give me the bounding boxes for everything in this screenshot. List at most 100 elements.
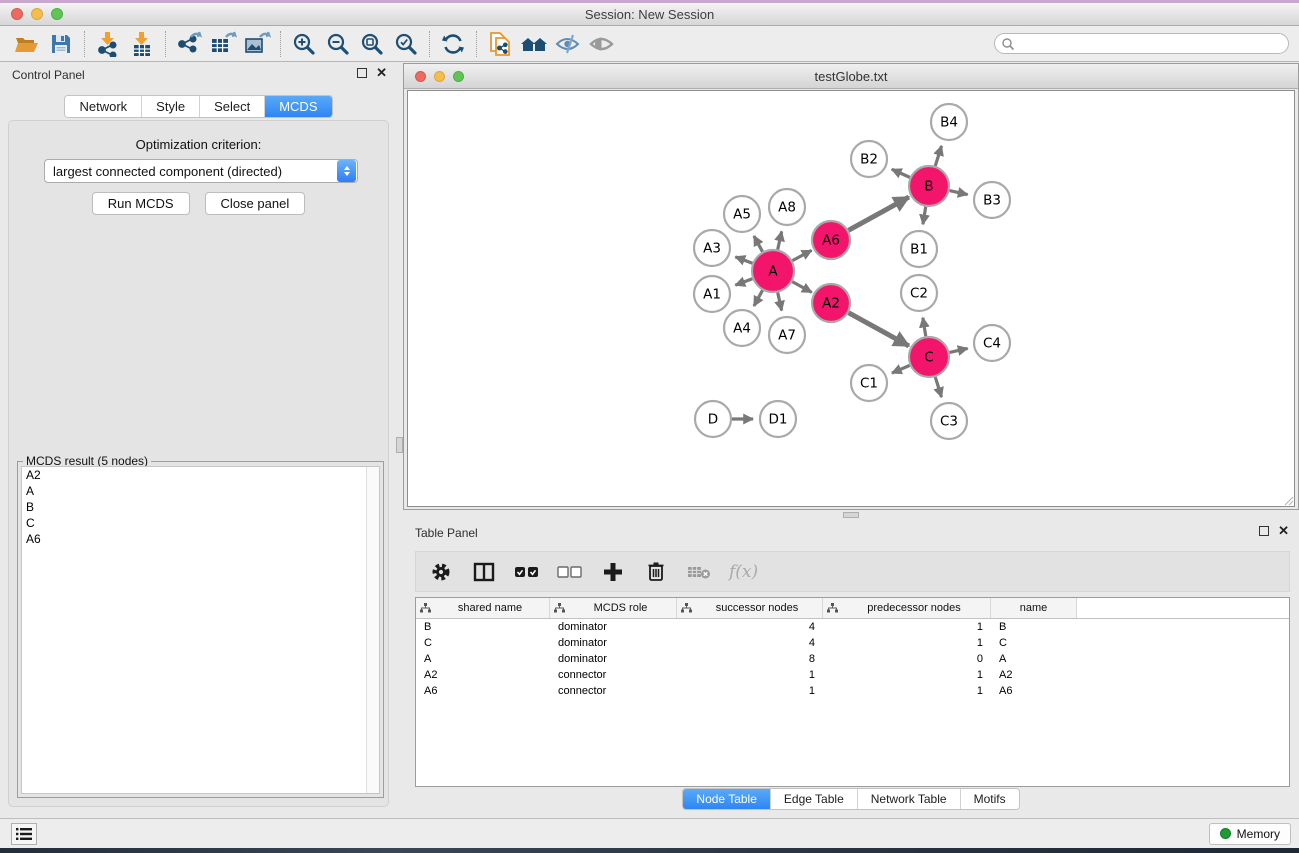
table-cell[interactable]: A6 — [991, 685, 1077, 697]
zoom-fit-button[interactable] — [355, 29, 389, 59]
close-panel-button[interactable]: Close panel — [205, 192, 306, 215]
column-header-MCDS-role[interactable]: MCDS role — [550, 598, 677, 618]
table-cell[interactable]: connector — [550, 669, 677, 681]
column-header-predecessor-nodes[interactable]: predecessor nodes — [823, 598, 991, 618]
table-cell[interactable]: 4 — [677, 621, 823, 633]
table-tab-network-table[interactable]: Network Table — [858, 789, 961, 809]
table-row[interactable]: Bdominator41B — [416, 619, 1289, 635]
table-row[interactable]: A2connector11A2 — [416, 667, 1289, 683]
graph-node-B3[interactable]: B3 — [974, 182, 1010, 218]
run-mcds-button[interactable]: Run MCDS — [92, 192, 190, 215]
open-session-button[interactable] — [10, 29, 44, 59]
table-cell[interactable]: dominator — [550, 637, 677, 649]
task-history-button[interactable] — [11, 823, 37, 845]
graph-edge-C-C3[interactable] — [935, 377, 941, 397]
zoom-in-button[interactable] — [287, 29, 321, 59]
graph-node-C1[interactable]: C1 — [851, 365, 887, 401]
graph-edge-A-A7[interactable] — [778, 292, 782, 310]
hide-panel-button[interactable] — [551, 29, 585, 59]
graph-node-A1[interactable]: A1 — [694, 276, 730, 312]
refresh-layout-button[interactable] — [436, 29, 470, 59]
vertical-split-grip[interactable] — [396, 437, 403, 453]
graph-edge-B-B2[interactable] — [892, 169, 910, 177]
table-row[interactable]: A6connector11A6 — [416, 683, 1289, 699]
table-cell[interactable]: 1 — [823, 637, 991, 649]
mcds-result-item-a2[interactable]: A2 — [22, 467, 379, 483]
home-views-button[interactable] — [517, 29, 551, 59]
deselect-all-columns-button[interactable] — [557, 558, 583, 586]
table-cell[interactable]: 1 — [823, 621, 991, 633]
zoom-out-button[interactable] — [321, 29, 355, 59]
graph-edge-B-B3[interactable] — [949, 191, 967, 195]
table-cell[interactable]: 1 — [823, 669, 991, 681]
table-cell[interactable]: B — [416, 621, 550, 633]
graph-edge-C-C2[interactable] — [923, 318, 926, 337]
graph-edge-A-A3[interactable] — [735, 257, 752, 263]
duplicate-network-button[interactable] — [483, 29, 517, 59]
float-panel-icon[interactable] — [357, 68, 367, 78]
column-header-successor-nodes[interactable]: successor nodes — [677, 598, 823, 618]
mcds-result-item-a6[interactable]: A6 — [22, 531, 379, 547]
graph-node-B[interactable]: B — [909, 166, 949, 206]
table-cell[interactable]: A6 — [416, 685, 550, 697]
float-table-panel-icon[interactable] — [1259, 526, 1269, 536]
table-cell[interactable]: B — [991, 621, 1077, 633]
export-image-button[interactable] — [240, 29, 274, 59]
tab-mcds[interactable]: MCDS — [265, 96, 331, 117]
graph-node-C2[interactable]: C2 — [901, 275, 937, 311]
import-table-button[interactable] — [125, 29, 159, 59]
graph-node-B1[interactable]: B1 — [901, 231, 937, 267]
tab-style[interactable]: Style — [142, 96, 200, 117]
graph-edge-C-C1[interactable] — [892, 365, 910, 373]
graph-node-C[interactable]: C — [909, 337, 949, 377]
mcds-result-item-b[interactable]: B — [22, 499, 379, 515]
save-session-button[interactable] — [44, 29, 78, 59]
criterion-dropdown[interactable]: largest connected component (directed) — [44, 159, 358, 183]
function-builder-button[interactable]: f(x) — [729, 562, 758, 582]
graph-node-D[interactable]: D — [695, 401, 731, 437]
graph-edge-A-A2[interactable] — [792, 282, 811, 293]
mcds-result-list[interactable]: A2ABCA6 — [21, 466, 380, 794]
graph-node-A4[interactable]: A4 — [724, 310, 760, 346]
graph-node-C3[interactable]: C3 — [931, 403, 967, 439]
table-cell[interactable]: A — [416, 653, 550, 665]
network-canvas[interactable]: B4B2BB3A8A5A6A3B1AC2A1A2A4A7C4CC1C3DD1 — [407, 90, 1295, 507]
tab-network[interactable]: Network — [65, 96, 142, 117]
import-network-button[interactable] — [91, 29, 125, 59]
graph-node-A6[interactable]: A6 — [812, 221, 850, 259]
table-cell[interactable]: 1 — [823, 685, 991, 697]
table-settings-button[interactable] — [428, 558, 454, 586]
table-cell[interactable]: 0 — [823, 653, 991, 665]
table-tab-node-table[interactable]: Node Table — [683, 789, 771, 809]
close-panel-icon[interactable]: ✕ — [376, 68, 387, 78]
table-cell[interactable]: 4 — [677, 637, 823, 649]
add-column-button[interactable] — [600, 558, 626, 586]
search-input[interactable] — [1015, 37, 1265, 51]
graph-node-B4[interactable]: B4 — [931, 104, 967, 140]
graph-node-C4[interactable]: C4 — [974, 325, 1010, 361]
table-cell[interactable]: 1 — [677, 669, 823, 681]
select-all-columns-button[interactable] — [514, 558, 540, 586]
graph-node-A3[interactable]: A3 — [694, 230, 730, 266]
graph-edge-A-A4[interactable] — [754, 290, 763, 306]
table-cell[interactable]: 1 — [677, 685, 823, 697]
graph-node-B2[interactable]: B2 — [851, 141, 887, 177]
table-cell[interactable]: C — [416, 637, 550, 649]
graph-edge-B-B1[interactable] — [923, 207, 926, 225]
graph-node-A5[interactable]: A5 — [724, 196, 760, 232]
horizontal-split-grip[interactable] — [843, 512, 859, 518]
graph-edge-B-B4[interactable] — [935, 146, 941, 166]
table-cell[interactable]: A — [991, 653, 1077, 665]
table-cell[interactable]: A2 — [416, 669, 550, 681]
graph-edge-C-C4[interactable] — [949, 348, 967, 352]
graph-node-D1[interactable]: D1 — [760, 401, 796, 437]
mcds-result-item-a[interactable]: A — [22, 483, 379, 499]
table-cell[interactable]: dominator — [550, 653, 677, 665]
zoom-selected-button[interactable] — [389, 29, 423, 59]
graph-edge-A6-B[interactable] — [849, 197, 909, 230]
window-resize-grip[interactable] — [1282, 494, 1294, 506]
graph-edge-A-A6[interactable] — [792, 250, 811, 260]
table-tab-motifs[interactable]: Motifs — [961, 789, 1019, 809]
delete-table-button[interactable] — [686, 558, 712, 586]
table-cell[interactable]: A2 — [991, 669, 1077, 681]
